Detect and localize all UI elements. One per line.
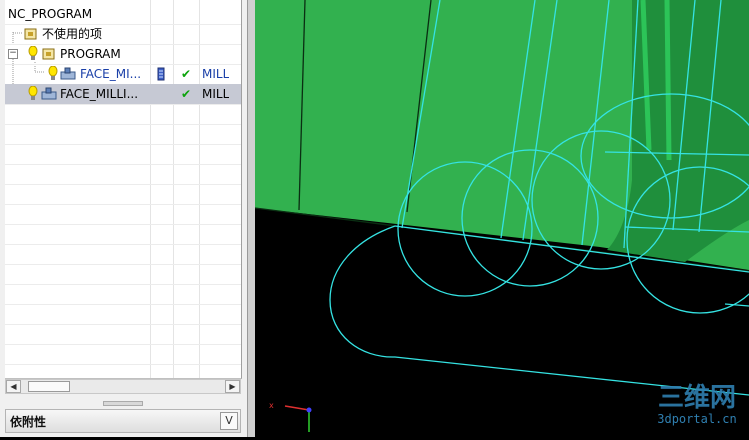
operation-tree: NC_PROGRAM 不使用的项 − PROGRAM FACE_MI... ✔ …	[5, 0, 242, 379]
tree-row-empty	[5, 344, 241, 365]
tree-node-label: 不使用的项	[42, 27, 103, 41]
operation-type: MILL	[202, 87, 230, 101]
tree-row-empty	[5, 204, 241, 225]
tree-row-empty	[5, 224, 241, 245]
tree-row-empty	[5, 284, 241, 305]
tree-row-empty	[5, 164, 241, 185]
scroll-right-button[interactable]: ▶	[225, 380, 240, 393]
tree-row-empty	[5, 184, 241, 205]
dependencies-panel-header[interactable]: 依附性 V	[5, 409, 241, 433]
tree-row-program[interactable]: − PROGRAM	[5, 44, 241, 65]
tree-row-face-mill-operation[interactable]: FACE_MI... ✔ MILL	[5, 64, 241, 85]
program-group-icon	[24, 27, 38, 44]
tree-node-label: FACE_MILLI...	[60, 87, 139, 101]
dependencies-title: 依附性	[10, 415, 47, 429]
face-mill-operation-icon	[41, 87, 59, 104]
tree-node-label: PROGRAM	[60, 47, 121, 61]
tree-row-empty	[5, 324, 241, 345]
operation-type: MILL	[202, 67, 230, 81]
checkmark-icon: ✔	[181, 87, 192, 101]
lightbulb-icon	[28, 45, 38, 65]
viewport-canvas: x	[254, 0, 749, 437]
watermark-logo: 三维网 3dportal.cn	[648, 384, 746, 436]
tree-row-empty	[5, 144, 241, 165]
horizontal-scrollbar[interactable]: ◀ ▶	[5, 379, 241, 394]
collapse-icon[interactable]: −	[8, 49, 18, 59]
tree-row-empty	[5, 244, 241, 265]
tree-row-face-milling-operation[interactable]: FACE_MILLI... ✔ MILL	[5, 84, 241, 105]
operation-navigator: NC_PROGRAM 不使用的项 − PROGRAM FACE_MI... ✔ …	[0, 0, 247, 437]
panel-splitter-handle[interactable]	[103, 401, 143, 406]
lightbulb-icon	[48, 65, 58, 85]
graphics-viewport[interactable]: x	[254, 0, 749, 437]
watermark-subtitle: 3dportal.cn	[657, 412, 737, 426]
vertical-splitter[interactable]	[247, 0, 255, 437]
watermark-title: 三维网	[657, 383, 736, 413]
svg-text:x: x	[269, 401, 274, 410]
scrollbar-thumb[interactable]	[28, 381, 70, 392]
tree-row-empty	[5, 124, 241, 145]
tree-row-nc-program[interactable]: NC_PROGRAM	[5, 4, 241, 25]
scroll-left-button[interactable]: ◀	[6, 380, 21, 393]
tree-row-empty	[5, 104, 241, 125]
expand-toggle-button[interactable]: V	[220, 412, 238, 430]
tree-row-unused-items[interactable]: 不使用的项	[5, 24, 241, 45]
tree-node-label: NC_PROGRAM	[8, 7, 93, 21]
tree-row-empty	[5, 264, 241, 285]
tree-row-empty	[5, 304, 241, 325]
toolpath-icon	[156, 67, 166, 84]
tree-node-label: FACE_MI...	[80, 67, 142, 81]
face-mill-operation-icon	[60, 67, 78, 84]
lightbulb-icon	[28, 85, 38, 105]
program-group-icon	[42, 47, 56, 64]
checkmark-icon: ✔	[181, 67, 192, 81]
